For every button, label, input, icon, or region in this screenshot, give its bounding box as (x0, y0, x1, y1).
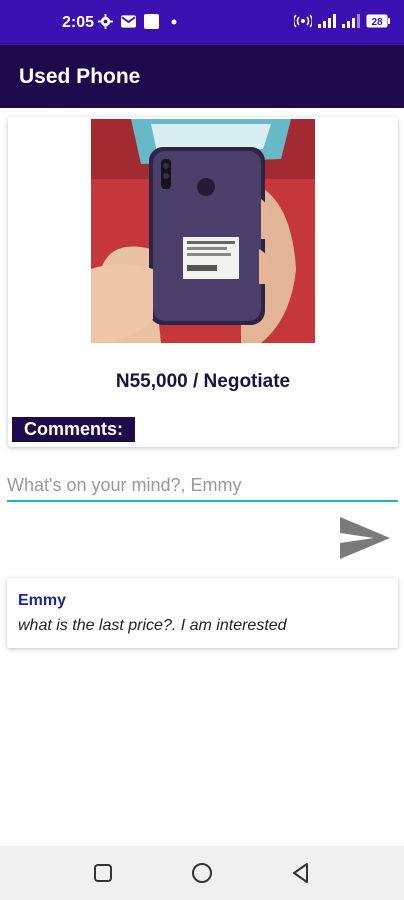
navigation-bar (0, 846, 404, 900)
signal-icon (318, 14, 336, 28)
svg-text:28: 28 (371, 17, 383, 28)
notification-icon (144, 14, 159, 29)
list-item: Emmy what is the last price?. I am inter… (7, 578, 398, 648)
back-icon[interactable] (289, 861, 313, 885)
comments-label: Comments: (12, 417, 136, 442)
status-icons-right: 28 (294, 14, 390, 28)
product-image[interactable] (91, 119, 315, 343)
recent-apps-icon[interactable] (91, 861, 115, 885)
page-title: Used Phone (19, 65, 141, 88)
battery-icon: 28 (366, 14, 390, 28)
send-icon (340, 517, 390, 559)
signal-icon (342, 14, 360, 28)
comment-author: Emmy (18, 592, 67, 609)
hotspot-icon (294, 14, 312, 28)
comment-text: what is the last price?. I am interested (18, 617, 287, 634)
product-card: N55,000 / Negotiate Comments: (8, 117, 398, 447)
app-bar: Used Phone (0, 45, 404, 108)
status-bar: 2:05 28 (0, 0, 404, 45)
dot-icon (171, 19, 177, 24)
comment-input[interactable] (7, 470, 398, 502)
mail-icon (121, 15, 136, 28)
product-price: N55,000 / Negotiate (115, 371, 291, 392)
send-button[interactable] (338, 515, 392, 561)
status-icons-left (98, 14, 181, 29)
status-time: 2:05 (62, 14, 95, 31)
settings-icon (98, 14, 113, 29)
home-icon[interactable] (190, 861, 214, 885)
